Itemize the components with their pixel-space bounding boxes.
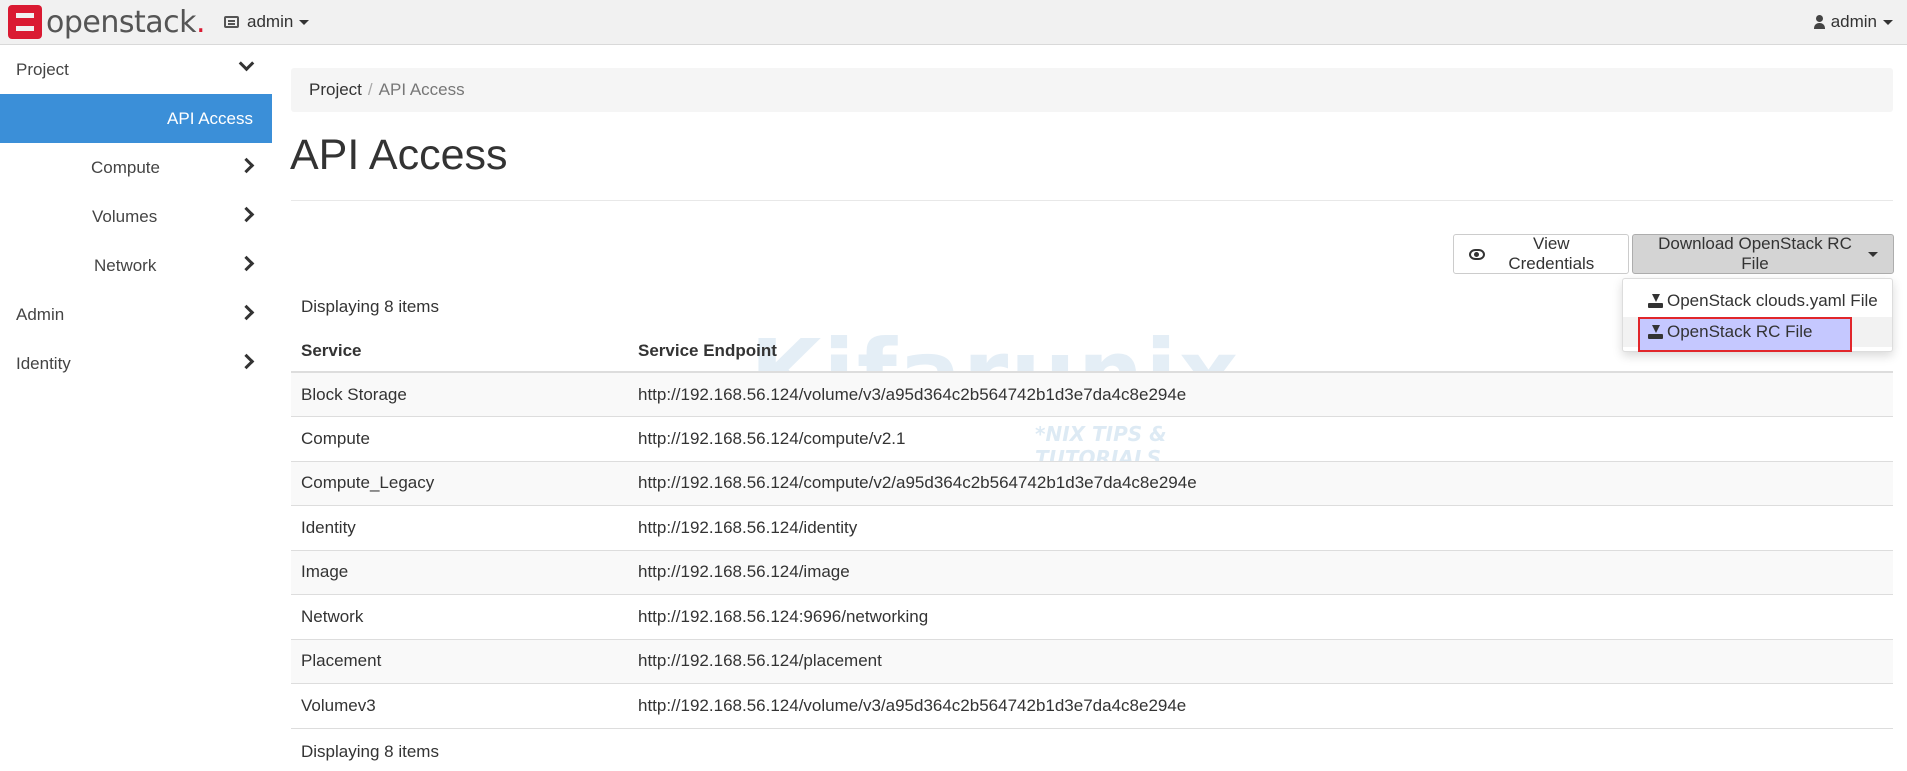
endpoint-cell: http://192.168.56.124/volume/v3/a95d364c…	[628, 683, 1893, 729]
table-header-row: Service Service Endpoint	[291, 330, 1893, 373]
title-divider	[291, 200, 1893, 201]
column-header-endpoint[interactable]: Service Endpoint	[628, 330, 1893, 373]
endpoint-cell: http://192.168.56.124/compute/v2/a95d364…	[628, 461, 1893, 506]
endpoint-cell: http://192.168.56.124/identity	[628, 505, 1893, 551]
service-cell: Identity	[291, 505, 628, 551]
sidebar-item-admin[interactable]: Admin	[0, 290, 272, 339]
table-row: Network http://192.168.56.124:9696/netwo…	[291, 594, 1893, 640]
chevron-right-icon	[238, 255, 255, 272]
chevron-down-icon	[238, 55, 255, 72]
breadcrumb-current: API Access	[378, 80, 465, 99]
caret-down-icon	[299, 19, 310, 25]
service-cell: Volumev3	[291, 683, 628, 729]
page-title: API Access	[290, 131, 508, 179]
breadcrumb-project-link[interactable]: Project	[309, 80, 362, 100]
openstack-logo[interactable]: openstack.	[8, 4, 206, 40]
sidebar-item-project[interactable]: Project	[0, 45, 272, 94]
service-cell: Compute_Legacy	[291, 461, 628, 506]
sidebar-item-label: Project	[16, 59, 69, 79]
breadcrumb: Project / API Access	[291, 68, 1893, 112]
project-selector-label: admin	[247, 12, 294, 31]
download-rc-file-button[interactable]: Download OpenStack RC File	[1632, 234, 1894, 274]
table-row: Image http://192.168.56.124/image	[291, 550, 1893, 595]
endpoint-cell: http://192.168.56.124/volume/v3/a95d364c…	[628, 372, 1893, 417]
endpoint-cell: http://192.168.56.124/placement	[628, 639, 1893, 684]
table-row: Identity http://192.168.56.124/identity	[291, 505, 1893, 551]
sidebar-item-label: Network	[94, 255, 157, 275]
service-cell: Image	[291, 550, 628, 595]
table-row: Volumev3 http://192.168.56.124/volume/v3…	[291, 683, 1893, 729]
sidebar-item-network[interactable]: Network	[0, 241, 272, 290]
user-menu-label: admin	[1830, 12, 1877, 31]
user-icon	[1813, 15, 1825, 29]
sidebar-item-identity[interactable]: Identity	[0, 339, 272, 388]
sidebar: Project API Access Compute Volumes Netwo…	[0, 45, 272, 771]
view-credentials-label: View Credentials	[1508, 234, 1595, 273]
view-credentials-button[interactable]: View Credentials	[1453, 234, 1629, 274]
endpoint-cell: http://192.168.56.124/compute/v2.1	[628, 416, 1893, 462]
sidebar-item-label: Identity	[16, 353, 71, 373]
breadcrumb-separator: /	[367, 80, 373, 99]
table-row: Placement http://192.168.56.124/placemen…	[291, 639, 1893, 684]
table-row: Block Storage http://192.168.56.124/volu…	[291, 372, 1893, 417]
sidebar-item-label: Compute	[91, 157, 160, 177]
item-count-bottom: Displaying 8 items	[301, 742, 439, 761]
top-navbar: openstack. admin admin	[0, 0, 1907, 45]
service-cell: Placement	[291, 639, 628, 684]
service-cell: Block Storage	[291, 372, 628, 417]
sidebar-item-label: Volumes	[92, 206, 158, 226]
caret-down-icon	[1868, 251, 1878, 257]
sidebar-item-api-access[interactable]: API Access	[0, 94, 272, 143]
project-selector[interactable]: admin	[224, 0, 310, 44]
service-cell: Compute	[291, 416, 628, 462]
item-count-top: Displaying 8 items	[301, 297, 439, 316]
menu-item-clouds-yaml[interactable]: OpenStack clouds.yaml File	[1623, 286, 1892, 316]
sidebar-item-volumes[interactable]: Volumes	[0, 192, 272, 241]
sidebar-item-label: Admin	[16, 304, 65, 324]
endpoint-cell: http://192.168.56.124:9696/networking	[628, 594, 1893, 640]
chevron-right-icon	[238, 206, 255, 223]
chevron-right-icon	[238, 157, 255, 174]
brand-name: openstack.	[46, 4, 206, 40]
download-icon	[1648, 294, 1663, 308]
chevron-right-icon	[238, 304, 255, 321]
caret-down-icon	[1883, 19, 1893, 25]
openstack-logo-icon	[8, 5, 42, 39]
endpoint-cell: http://192.168.56.124/image	[628, 550, 1893, 595]
column-header-service[interactable]: Service	[291, 330, 628, 373]
chevron-right-icon	[238, 353, 255, 370]
sidebar-item-label: API Access	[167, 108, 253, 128]
table-row: Compute_Legacy http://192.168.56.124/com…	[291, 461, 1893, 506]
service-cell: Network	[291, 594, 628, 640]
menu-item-label: OpenStack clouds.yaml File	[1667, 291, 1878, 310]
project-icon	[224, 16, 239, 28]
sidebar-item-compute[interactable]: Compute	[0, 143, 272, 192]
download-rc-label: Download OpenStack RC File	[1658, 234, 1852, 273]
eye-icon	[1469, 248, 1485, 260]
endpoints-table: Service Service Endpoint Block Storage h…	[291, 330, 1893, 729]
table-row: Compute http://192.168.56.124/compute/v2…	[291, 416, 1893, 462]
user-menu[interactable]: admin	[1813, 0, 1893, 44]
